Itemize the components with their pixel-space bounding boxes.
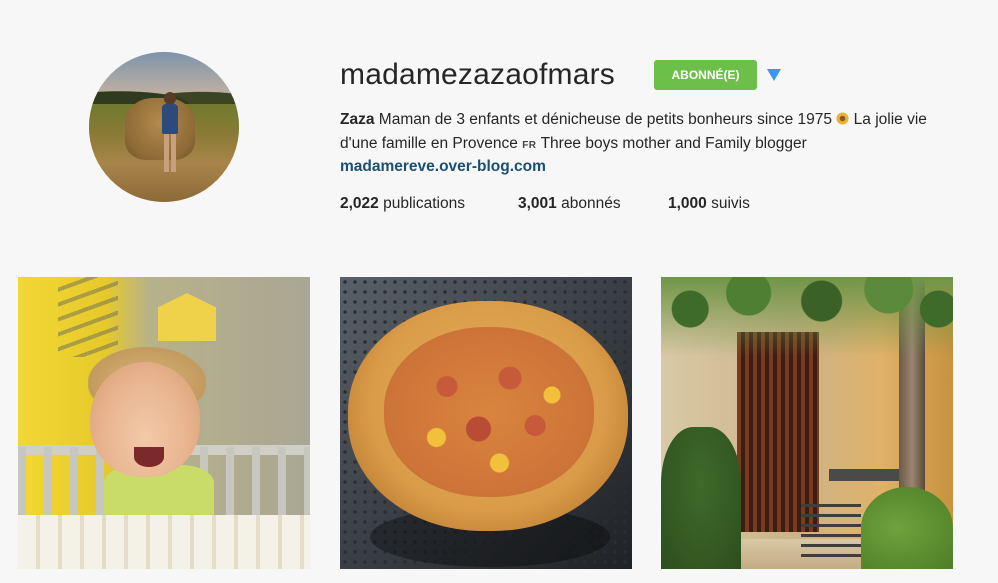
profile-display-name: Zaza — [340, 111, 375, 128]
flag-fr-icon: FR — [522, 140, 537, 151]
post-thumbnail-3[interactable] — [661, 277, 953, 569]
profile-bio: Zaza Maman de 3 enfants et dénicheuse de… — [340, 108, 960, 158]
stat-following-label: suivis — [711, 195, 750, 212]
stat-publications[interactable]: 2,022 publications — [340, 193, 465, 215]
profile-username: madamezazaofmars — [340, 58, 615, 91]
post-thumbnail-1[interactable] — [18, 277, 310, 569]
dropdown-arrow-icon[interactable] — [766, 68, 782, 82]
stat-following[interactable]: 1,000 suivis — [668, 193, 750, 215]
stat-publications-label: publications — [383, 195, 465, 212]
stat-followers[interactable]: 3,001 abonnés — [518, 193, 621, 215]
sunflower-icon — [836, 112, 849, 125]
stat-following-value: 1,000 — [668, 195, 707, 212]
profile-avatar[interactable] — [89, 52, 239, 202]
stat-followers-label: abonnés — [561, 195, 621, 212]
bio-text-3: Three boys mother and Family blogger — [540, 135, 807, 152]
following-button[interactable]: ABONNÉ(E) — [654, 60, 757, 90]
profile-page: madamezazaofmars ABONNÉ(E) Zaza Maman de… — [0, 0, 998, 583]
profile-website-link[interactable]: madamereve.over-blog.com — [340, 156, 546, 178]
bio-text-1: Maman de 3 enfants et dénicheuse de peti… — [378, 111, 833, 128]
stat-publications-value: 2,022 — [340, 195, 379, 212]
post-thumbnail-2[interactable] — [340, 277, 632, 569]
stat-followers-value: 3,001 — [518, 195, 557, 212]
